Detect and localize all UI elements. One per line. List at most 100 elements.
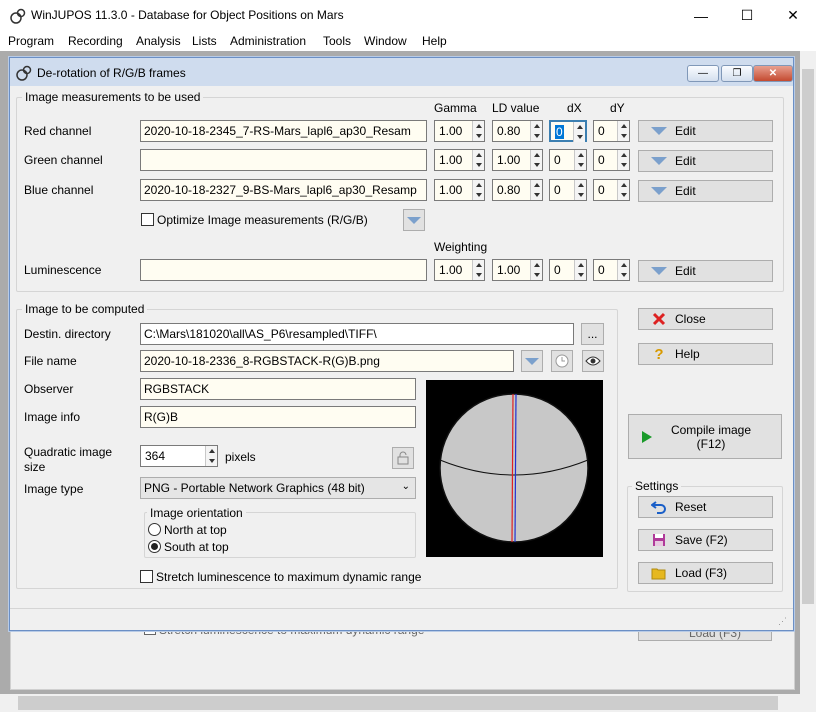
blue-channel-file[interactable]: 2020-10-18-2327_9-BS-Mars_lapl6_ap30_Res… — [140, 179, 427, 201]
gamma-header: Gamma — [434, 101, 477, 115]
red-ld-spinner[interactable]: 0.80 — [492, 120, 543, 142]
menu-administration[interactable]: Administration — [230, 34, 306, 48]
north-at-top-label: North at top — [164, 523, 227, 537]
destination-input[interactable]: C:\Mars\181020\all\AS_P6\resampled\TIFF\ — [140, 323, 574, 345]
planet-globe-icon — [439, 393, 589, 543]
green-edit-button[interactable]: Edit — [638, 150, 773, 172]
blue-dy-spinner[interactable]: 0 — [593, 179, 630, 201]
lum-dy-spinner[interactable]: 0 — [593, 259, 630, 281]
planet-preview — [426, 380, 603, 557]
blue-dx-spinner[interactable]: 0 — [549, 179, 587, 201]
red-dx-spinner[interactable]: 0 — [549, 120, 587, 142]
red-dy-spinner[interactable]: 0 — [593, 120, 630, 142]
optimize-checkbox[interactable] — [141, 213, 154, 226]
green-dy-spinner[interactable]: 0 — [593, 149, 630, 171]
red-dx-value: 0 — [555, 125, 564, 139]
preview-eye-button[interactable] — [582, 350, 604, 372]
menu-window[interactable]: Window — [364, 34, 407, 48]
stretch-checkbox[interactable] — [140, 570, 153, 583]
app-logo-icon — [10, 8, 26, 24]
optimize-options-button[interactable] — [403, 209, 425, 231]
red-edit-button[interactable]: Edit — [638, 120, 773, 142]
compile-shortcut-label: (F12) — [696, 436, 726, 451]
menu-help[interactable]: Help — [422, 34, 447, 48]
red-channel-label: Red channel — [24, 124, 92, 138]
lum-edit-button[interactable]: Edit — [638, 260, 773, 282]
image-info-input[interactable]: R(G)B — [140, 406, 416, 428]
green-channel-file[interactable] — [140, 149, 427, 171]
menu-lists[interactable]: Lists — [192, 34, 217, 48]
green-gamma-spinner[interactable]: 1.00 — [434, 149, 485, 171]
compile-label: Compile image — [670, 422, 752, 437]
image-type-value: PNG - Portable Network Graphics (48 bit) — [144, 481, 365, 495]
close-button[interactable]: Close — [638, 308, 773, 330]
green-ld-spinner[interactable]: 1.00 — [492, 149, 543, 171]
lock-size-button[interactable] — [392, 447, 414, 469]
close-window-button[interactable]: ✕ — [770, 0, 816, 31]
menu-program[interactable]: Program — [8, 34, 54, 48]
vertical-scroll-thumb[interactable] — [802, 69, 814, 604]
image-type-select[interactable]: PNG - Portable Network Graphics (48 bit)… — [140, 477, 416, 499]
dialog-close-button[interactable]: ✕ — [753, 65, 793, 82]
derotation-dialog: De-rotation of R/G/B frames — ❐ ✕ Image … — [9, 57, 794, 631]
lum-ld-spinner[interactable]: 1.00 — [492, 259, 543, 281]
menu-tools[interactable]: Tools — [323, 34, 351, 48]
lum-gamma-spinner[interactable]: 1.00 — [434, 259, 485, 281]
minimize-icon: — — [694, 7, 708, 24]
red-x-icon — [651, 311, 667, 327]
browse-button[interactable]: ... — [581, 323, 604, 345]
resize-grip-icon[interactable]: ⋰ — [778, 616, 788, 626]
blue-gamma-spinner[interactable]: 1.00 — [434, 179, 485, 201]
red-edit-label: Edit — [675, 124, 696, 138]
observer-input[interactable]: RGBSTACK — [140, 378, 416, 400]
ld-value-header: LD value — [492, 101, 540, 115]
blue-ld-spinner[interactable]: 0.80 — [492, 179, 543, 201]
dialog-restore-button[interactable]: ❐ — [721, 65, 753, 82]
north-at-top-radio[interactable] — [148, 523, 161, 536]
green-gamma-value: 1.00 — [439, 153, 463, 167]
folder-icon — [651, 565, 667, 581]
reset-label: Reset — [675, 500, 707, 514]
blue-gamma-value: 1.00 — [439, 183, 463, 197]
reset-button[interactable]: Reset — [638, 496, 773, 518]
minimize-button[interactable]: — — [678, 0, 724, 31]
green-dx-spinner[interactable]: 0 — [549, 149, 587, 171]
menu-analysis[interactable]: Analysis — [136, 34, 181, 48]
compile-image-button[interactable]: Compile image (F12) — [628, 414, 782, 459]
close-icon: ✕ — [768, 68, 778, 79]
luminescence-file[interactable] — [140, 259, 427, 281]
dropdown-arrow-icon — [651, 263, 667, 279]
filename-input[interactable]: 2020-10-18-2336_8-RGBSTACK-R(G)B.png — [140, 350, 514, 372]
luminescence-label: Luminescence — [24, 263, 102, 277]
green-dx-value: 0 — [554, 153, 561, 167]
red-channel-file[interactable]: 2020-10-18-2345_7-RS-Mars_lapl6_ap30_Res… — [140, 120, 427, 142]
chevron-down-icon: ⌄ — [401, 481, 410, 492]
south-at-top-radio[interactable] — [148, 540, 161, 553]
image-size-spinner[interactable]: 364 — [140, 445, 218, 467]
green-ld-value: 1.00 — [497, 153, 521, 167]
dialog-logo-icon — [16, 65, 32, 81]
lum-dx-spinner[interactable]: 0 — [549, 259, 587, 281]
lum-gamma-value: 1.00 — [439, 263, 463, 277]
lum-dy-value: 0 — [598, 263, 605, 277]
minimize-icon: — — [698, 68, 708, 79]
blue-edit-label: Edit — [675, 184, 696, 198]
dialog-minimize-button[interactable]: — — [687, 65, 719, 82]
weighting-header: Weighting — [434, 240, 488, 254]
filename-dropdown-button[interactable] — [521, 350, 543, 372]
maximize-button[interactable]: ☐ — [724, 0, 770, 31]
orientation-label: Image orientation — [147, 506, 246, 520]
dropdown-arrow-icon — [651, 183, 667, 199]
filename-label: File name — [24, 354, 77, 368]
filename-clock-button[interactable] — [551, 350, 573, 372]
dropdown-arrow-icon — [651, 123, 667, 139]
save-button[interactable]: Save (F2) — [638, 529, 773, 551]
menu-recording[interactable]: Recording — [68, 34, 123, 48]
red-gamma-spinner[interactable]: 1.00 — [434, 120, 485, 142]
lock-icon — [397, 451, 409, 465]
blue-edit-button[interactable]: Edit — [638, 180, 773, 202]
load-button[interactable]: Load (F3) — [638, 562, 773, 584]
dropdown-arrow-icon — [651, 153, 667, 169]
help-button[interactable]: ? Help — [638, 343, 773, 365]
horizontal-scroll-thumb[interactable] — [18, 696, 778, 710]
